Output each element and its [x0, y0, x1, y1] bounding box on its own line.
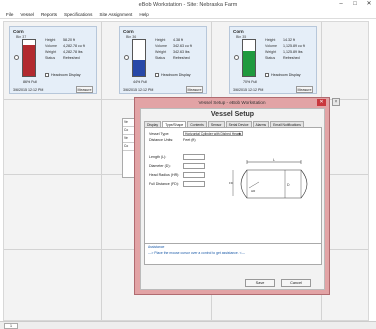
status-bar: 1	[0, 321, 376, 329]
reading-value: Refreshed	[283, 56, 300, 60]
length-input[interactable]	[183, 154, 205, 160]
dialog-title: Vessel Setup - eBob Workstation	[198, 100, 266, 105]
diameter-label: Diameter (D):	[149, 164, 171, 168]
tank-fill	[23, 45, 35, 76]
headroom-label: Headroom Display	[51, 73, 81, 77]
menu-vessel[interactable]: Vessel	[20, 10, 34, 18]
full-distance-label: Full Distance (FD):	[149, 182, 179, 186]
vessel-card[interactable]: Corn Bin 35 Height 14.32 ft Volume 1,125.8…	[229, 26, 317, 94]
vessel-setup-dialog: Vessel Setup - eBob Workstation ✕ Vessel…	[134, 97, 330, 295]
measure-button[interactable]: Measure	[296, 86, 313, 93]
close-icon[interactable]: ✕	[317, 99, 326, 106]
tank-gauge	[242, 39, 256, 77]
menu-site-assignment[interactable]: Site Assignment	[99, 10, 132, 18]
grid-line	[101, 22, 102, 320]
measure-button[interactable]: Measure	[76, 86, 93, 93]
assistance-panel: Assistance ---> Place the mouse cursor o…	[144, 243, 322, 265]
cancel-button[interactable]: Cancel	[281, 279, 311, 287]
full-distance-input[interactable]	[183, 181, 205, 187]
percent-full: 44% Full	[133, 80, 147, 84]
maximize-icon[interactable]: □	[350, 1, 360, 8]
vessel-name: Corn	[233, 29, 244, 34]
headroom-toggle[interactable]: Headroom Display	[155, 73, 191, 77]
vessel-readings: Height 4.38 ft Volume 342.63 cu ft Weight 3…	[155, 37, 192, 61]
select-radio[interactable]	[124, 55, 129, 60]
close-icon[interactable]: ×	[332, 98, 340, 106]
reading-label: Status	[155, 56, 166, 60]
vessel-shape-diagram: L D HR FD	[229, 158, 308, 199]
menu-specifications[interactable]: Specifications	[64, 10, 92, 18]
vessel-readings: Height 58.20 ft Volume 4,282.78 cu ft Weig…	[45, 37, 85, 61]
headroom-label: Headroom Display	[271, 73, 301, 77]
headroom-checkbox[interactable]	[155, 73, 159, 77]
tank-fill	[133, 60, 145, 76]
select-radio[interactable]	[234, 55, 239, 60]
tab-panel: Vessel Type: Horizontal Cylinder with Di…	[144, 127, 322, 261]
assistance-title: Assistance	[148, 245, 165, 249]
vessel-type-value: Horizontal Cylinder with Dished Heads	[185, 132, 242, 136]
length-label: Length (L):	[149, 155, 167, 159]
head-radius-label: Head Radius (HR):	[149, 173, 180, 177]
menu-bar: File Vessel Reports Specifications Site …	[0, 10, 376, 19]
select-radio[interactable]	[14, 55, 19, 60]
vessel-card[interactable]: Corn Bin 36 Height 4.38 ft Volume 342.63 c…	[119, 26, 207, 94]
tank-fill	[243, 50, 255, 76]
measure-button[interactable]: Measure	[186, 86, 203, 93]
diagram-label-l: L	[273, 158, 275, 162]
dialog-heading: Vessel Setup	[210, 111, 255, 118]
timestamp: 3/6/2015 12:12 PM	[123, 88, 154, 92]
percent-full: 86% Full	[23, 80, 37, 84]
save-button[interactable]: Save	[245, 279, 275, 287]
timestamp: 3/6/2015 12:12 PM	[233, 88, 264, 92]
timestamp: 3/6/2015 12:12 PM	[13, 88, 44, 92]
menu-file[interactable]: File	[6, 10, 13, 18]
menu-help[interactable]: Help	[139, 10, 148, 18]
tank-gauge	[132, 39, 146, 77]
headroom-checkbox[interactable]	[265, 73, 269, 77]
vessel-name: Corn	[123, 29, 134, 34]
close-icon[interactable]: ✕	[364, 1, 374, 8]
vessel-card[interactable]: Corn Bin 37 Height 58.20 ft Volume 4,282.7…	[9, 26, 97, 94]
title-bar: eBob Workstation - Site: Nebraska Farm –…	[0, 0, 376, 10]
vessel-type-select[interactable]: Horizontal Cylinder with Dished Heads ▼	[183, 131, 243, 136]
chevron-down-icon: ▼	[238, 132, 241, 136]
app-title: eBob Workstation - Site: Nebraska Farm	[138, 2, 238, 8]
headroom-label: Headroom Display	[161, 73, 191, 77]
vessel-readings: Height 14.32 ft Volume 1,125.89 cu ft Weig…	[265, 37, 305, 61]
headroom-toggle[interactable]: Headroom Display	[45, 73, 81, 77]
dialog-body: Vessel Setup Display Type/Shape Contents…	[140, 108, 325, 290]
vessel-type-label: Vessel Type:	[149, 131, 170, 136]
page-number[interactable]: 1	[4, 323, 18, 329]
reading-label: Status	[265, 56, 276, 60]
distance-units-value: Feet (ft)	[183, 138, 196, 142]
tank-gauge	[22, 39, 36, 77]
percent-full: 70% Full	[243, 80, 257, 84]
menu-reports[interactable]: Reports	[41, 10, 57, 18]
vessel-name: Corn	[13, 29, 24, 34]
diameter-input[interactable]	[183, 163, 205, 169]
minimize-icon[interactable]: –	[336, 1, 346, 8]
head-radius-input[interactable]	[183, 172, 205, 178]
headroom-toggle[interactable]: Headroom Display	[265, 73, 301, 77]
headroom-checkbox[interactable]	[45, 73, 49, 77]
distance-units-label: Distance Units:	[149, 138, 174, 142]
assistance-text: ---> Place the mouse cursor over a contr…	[148, 251, 246, 255]
reading-label: Status	[45, 56, 56, 60]
reading-value: Refreshed	[63, 56, 80, 60]
reading-value: Refreshed	[173, 56, 190, 60]
